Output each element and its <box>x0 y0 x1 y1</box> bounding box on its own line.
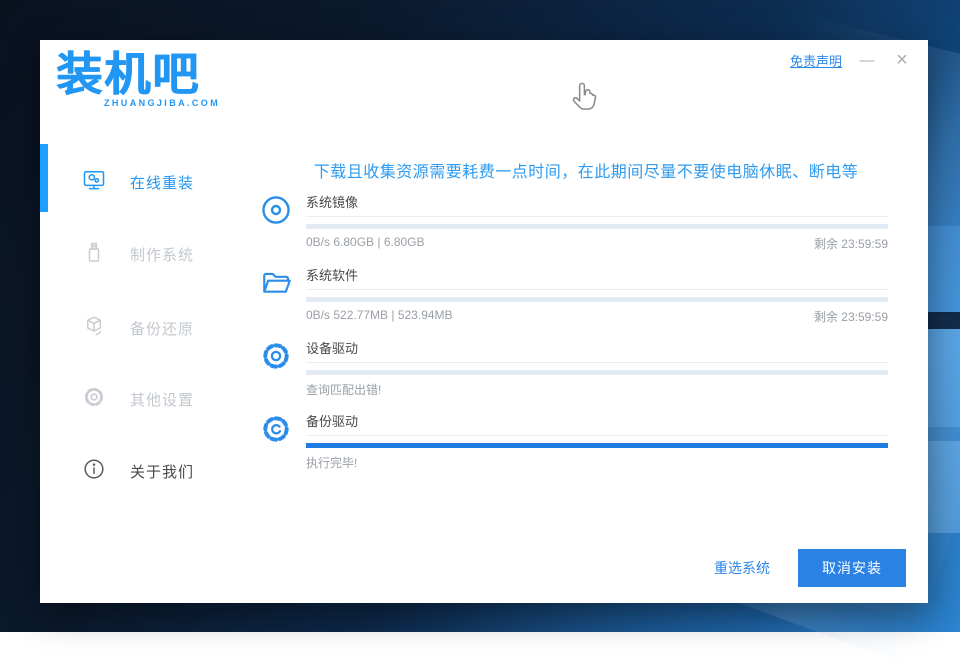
disc-icon <box>260 194 292 226</box>
logo-title: 装机吧 <box>56 48 220 101</box>
task-title: 系统软件 <box>306 265 888 290</box>
app-logo: 装机吧 ZHUANGJIBA.COM <box>56 48 220 108</box>
sidebar-item-about-us[interactable]: 关于我们 <box>82 457 252 485</box>
task-row-device-driver: 设备驱动 查询匹配出错! <box>260 338 888 398</box>
sidebar-item-other-settings[interactable]: 其他设置 <box>82 385 252 413</box>
sidebar-item-label: 备份还原 <box>130 318 194 339</box>
sidebar-item-make-system[interactable]: 制作系统 <box>82 240 252 268</box>
sidebar-item-label: 其他设置 <box>130 389 194 410</box>
monitor-reinstall-icon <box>82 168 106 197</box>
task-status-left: 0B/s 6.80GB | 6.80GB <box>306 235 425 252</box>
disclaimer-link[interactable]: 免责声明 <box>790 51 842 70</box>
wallpaper-window-pane <box>927 329 960 427</box>
backup-restore-icon <box>82 314 106 343</box>
sidebar-active-indicator <box>40 144 48 212</box>
task-row-system-image: 系统镜像 0B/s 6.80GB | 6.80GB 剩余 23:59:59 <box>260 192 888 252</box>
sidebar-item-label: 关于我们 <box>130 461 194 482</box>
usb-drive-icon <box>82 240 106 269</box>
gear-icon <box>82 385 106 414</box>
gear-sync-icon <box>260 413 292 445</box>
task-time-remaining: 剩余 23:59:59 <box>814 235 888 252</box>
task-status-left: 0B/s 522.77MB | 523.94MB <box>306 308 453 325</box>
download-notice: 下载且收集资源需要耗费一点时间，在此期间尽量不要使电脑休眠、断电等 <box>270 158 902 182</box>
footer-actions: 重选系统 取消安装 <box>714 549 906 587</box>
logo-subtitle: ZHUANGJIBA.COM <box>104 98 220 108</box>
task-list: 系统镜像 0B/s 6.80GB | 6.80GB 剩余 23:59:59 系统… <box>260 192 888 484</box>
progress-bar <box>306 297 888 302</box>
sidebar-item-online-reinstall[interactable]: 在线重装 <box>82 168 252 196</box>
minimize-button[interactable]: — <box>858 53 876 68</box>
info-icon <box>82 457 106 486</box>
task-title: 备份驱动 <box>306 411 888 436</box>
task-title: 设备驱动 <box>306 338 888 363</box>
reselect-system-link[interactable]: 重选系统 <box>714 558 770 578</box>
task-status-left: 执行完毕! <box>306 454 357 471</box>
close-button[interactable]: × <box>892 50 912 70</box>
wallpaper-window-pane <box>927 441 960 533</box>
progress-bar <box>306 370 888 375</box>
sidebar-item-label: 在线重装 <box>130 172 194 193</box>
wallpaper-window-pane-gap <box>927 312 960 329</box>
task-row-backup-driver: 备份驱动 执行完毕! <box>260 411 888 471</box>
app-window: 免责声明 — × 装机吧 ZHUANGJIBA.COM 在线重装 制作系统 <box>40 40 928 603</box>
progress-bar <box>306 443 888 448</box>
sidebar-item-backup-restore[interactable]: 备份还原 <box>82 314 252 342</box>
task-time-remaining: 剩余 23:59:59 <box>814 308 888 325</box>
folder-icon <box>260 267 292 299</box>
cancel-install-button[interactable]: 取消安装 <box>798 549 906 587</box>
task-row-system-software: 系统软件 0B/s 522.77MB | 523.94MB 剩余 23:59:5… <box>260 265 888 325</box>
sidebar-item-label: 制作系统 <box>130 244 194 265</box>
window-controls: 免责声明 — × <box>790 50 912 70</box>
wallpaper-window-pane <box>927 226 960 312</box>
task-title: 系统镜像 <box>306 192 888 217</box>
task-status-left: 查询匹配出错! <box>306 381 381 398</box>
gear-icon <box>260 340 292 372</box>
progress-bar <box>306 224 888 229</box>
